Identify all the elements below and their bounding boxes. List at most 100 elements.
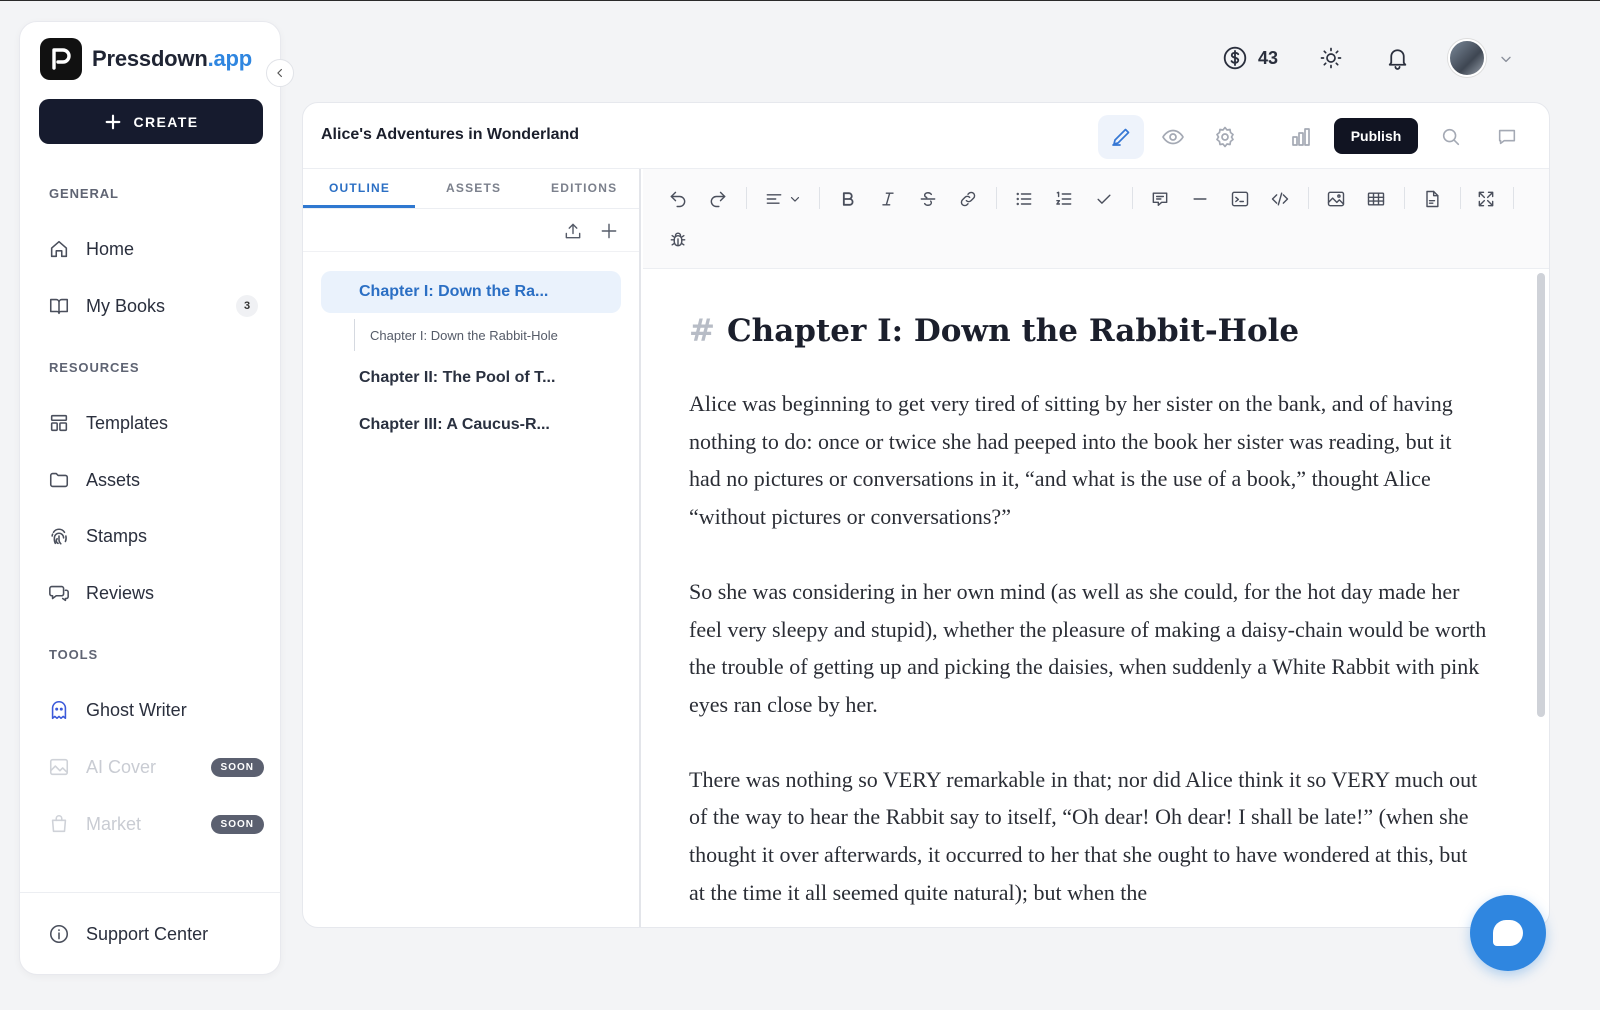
collapse-sidebar-button[interactable] — [266, 59, 294, 87]
section-general: GENERAL — [49, 186, 119, 201]
undo-button[interactable] — [668, 189, 688, 209]
sidebar-item-stamps[interactable]: Stamps — [48, 520, 258, 552]
numbered-list-button[interactable] — [1054, 189, 1074, 209]
export-button[interactable] — [563, 221, 583, 241]
user-avatar[interactable] — [1448, 39, 1486, 77]
divider-button[interactable] — [1190, 189, 1210, 209]
chevron-down-icon — [1501, 56, 1511, 63]
outline-chapter-2[interactable]: Chapter II: The Pool of T... — [321, 357, 621, 399]
plus-icon — [105, 114, 120, 129]
books-count-badge: 3 — [236, 295, 258, 317]
dollar-coin-icon — [1223, 46, 1247, 70]
edit-mode-button[interactable] — [1098, 115, 1144, 159]
document-icon — [1426, 190, 1439, 208]
outline-chapter-1[interactable]: Chapter I: Down the Ra... — [321, 271, 621, 313]
sidebar-item-home[interactable]: Home — [48, 233, 258, 265]
sidebar-item-support[interactable]: Support Center — [48, 918, 258, 950]
outline-chapter-3[interactable]: Chapter III: A Caucus-R... — [321, 404, 621, 446]
bullet-list-icon — [1016, 192, 1032, 206]
ghost-icon — [51, 700, 67, 720]
search-button[interactable] — [1428, 115, 1474, 159]
tab-editions[interactable]: EDITIONS — [551, 181, 617, 195]
code-block-button[interactable] — [1230, 189, 1250, 209]
expand-icon — [1478, 191, 1494, 207]
tab-assets[interactable]: ASSETS — [446, 181, 501, 195]
notifications-button[interactable] — [1385, 45, 1410, 70]
sidebar-item-my-books[interactable]: My Books 3 — [48, 290, 258, 322]
toolbar-separator — [1404, 187, 1405, 209]
outline-panel: OUTLINE ASSETS EDITIONS Chapter I: Down … — [303, 169, 641, 927]
sun-icon — [1320, 47, 1342, 69]
active-tab-indicator — [303, 205, 415, 208]
paragraph: There was nothing so VERY remarkable in … — [689, 766, 1478, 905]
bullet-list-button[interactable] — [1014, 189, 1034, 209]
bold-button[interactable] — [838, 189, 858, 209]
pencil-edit-icon — [1112, 128, 1130, 146]
italic-button[interactable] — [878, 189, 898, 209]
tab-outline[interactable]: OUTLINE — [329, 181, 390, 195]
sidebar-item-label: Assets — [86, 469, 141, 490]
preview-button[interactable] — [1150, 115, 1196, 159]
horizontal-rule-icon — [1193, 198, 1207, 200]
redo-button[interactable] — [708, 189, 728, 209]
sidebar-item-label: Reviews — [86, 582, 155, 603]
credits-balance[interactable]: 43 — [1222, 45, 1278, 71]
inline-code-button[interactable] — [1270, 189, 1290, 209]
sidebar-item-label: Market — [86, 813, 142, 834]
sidebar-item-assets[interactable]: Assets — [48, 464, 258, 496]
outline-tools — [563, 221, 619, 241]
comments-button[interactable] — [1484, 115, 1530, 159]
insert-table-button[interactable] — [1366, 189, 1386, 209]
create-label: CREATE — [133, 113, 199, 130]
bold-icon — [842, 192, 854, 206]
logo-icon — [40, 38, 82, 80]
sidebar-item-label: Ghost Writer — [86, 699, 187, 720]
home-icon — [50, 240, 68, 258]
plus-icon — [601, 223, 617, 239]
brand-logo[interactable]: Pressdown.app — [40, 38, 252, 80]
align-dropdown[interactable] — [764, 189, 802, 209]
support-chat-button[interactable] — [1470, 895, 1546, 971]
page-break-button[interactable] — [1422, 189, 1442, 209]
toolbar-separator — [1308, 187, 1309, 209]
chapter-heading-text: Chapter I: Down the Rabbit-Hole — [726, 313, 1300, 349]
sidebar: Pressdown.app CREATE GENERAL Home My Boo… — [19, 21, 281, 975]
document-scrollbar[interactable] — [1537, 273, 1545, 717]
soon-badge: SOON — [210, 757, 264, 777]
sidebar-item-reviews[interactable]: Reviews — [48, 577, 258, 609]
toolbar-separator — [1513, 187, 1514, 209]
book-title: Alice's Adventures in Wonderland — [321, 126, 580, 143]
align-left-icon — [766, 194, 782, 204]
chapter-heading: # Chapter I: Down the Rabbit-Hole — [689, 313, 1487, 349]
strikethrough-button[interactable] — [918, 189, 938, 209]
upload-icon — [565, 223, 581, 239]
chat-bubble-icon — [1493, 920, 1523, 946]
debug-button[interactable] — [668, 229, 688, 249]
chevron-down-icon — [790, 197, 800, 202]
add-chapter-button[interactable] — [599, 221, 619, 241]
insert-image-button[interactable] — [1326, 189, 1346, 209]
search-icon — [1442, 128, 1460, 146]
image-icon — [1327, 191, 1345, 207]
document-editor[interactable]: # Chapter I: Down the Rabbit-Hole Alice … — [643, 269, 1535, 927]
outline-heading-item[interactable]: Chapter I: Down the Rabbit-Hole — [354, 319, 558, 351]
code-icon — [1271, 192, 1289, 206]
book-settings-button[interactable] — [1202, 115, 1248, 159]
publish-button[interactable]: Publish — [1334, 118, 1418, 154]
link-button[interactable] — [958, 189, 978, 209]
create-button[interactable]: CREATE — [39, 99, 263, 144]
comment-insert-button[interactable] — [1150, 189, 1170, 209]
toolbar-separator — [1460, 187, 1461, 209]
theme-toggle-button[interactable] — [1319, 46, 1343, 70]
analytics-button[interactable] — [1278, 115, 1324, 159]
italic-icon — [882, 192, 894, 206]
editor-header: Alice's Adventures in Wonderland Publish — [303, 103, 1549, 169]
sidebar-item-templates[interactable]: Templates — [48, 407, 258, 439]
fullscreen-button[interactable] — [1476, 189, 1496, 209]
link-icon — [960, 191, 976, 207]
checklist-button[interactable] — [1094, 189, 1114, 209]
toolbar-separator — [746, 187, 747, 209]
sidebar-item-ghost-writer[interactable]: Ghost Writer — [48, 694, 258, 726]
account-menu-toggle[interactable] — [1498, 51, 1514, 67]
toolbar-separator — [996, 187, 997, 209]
